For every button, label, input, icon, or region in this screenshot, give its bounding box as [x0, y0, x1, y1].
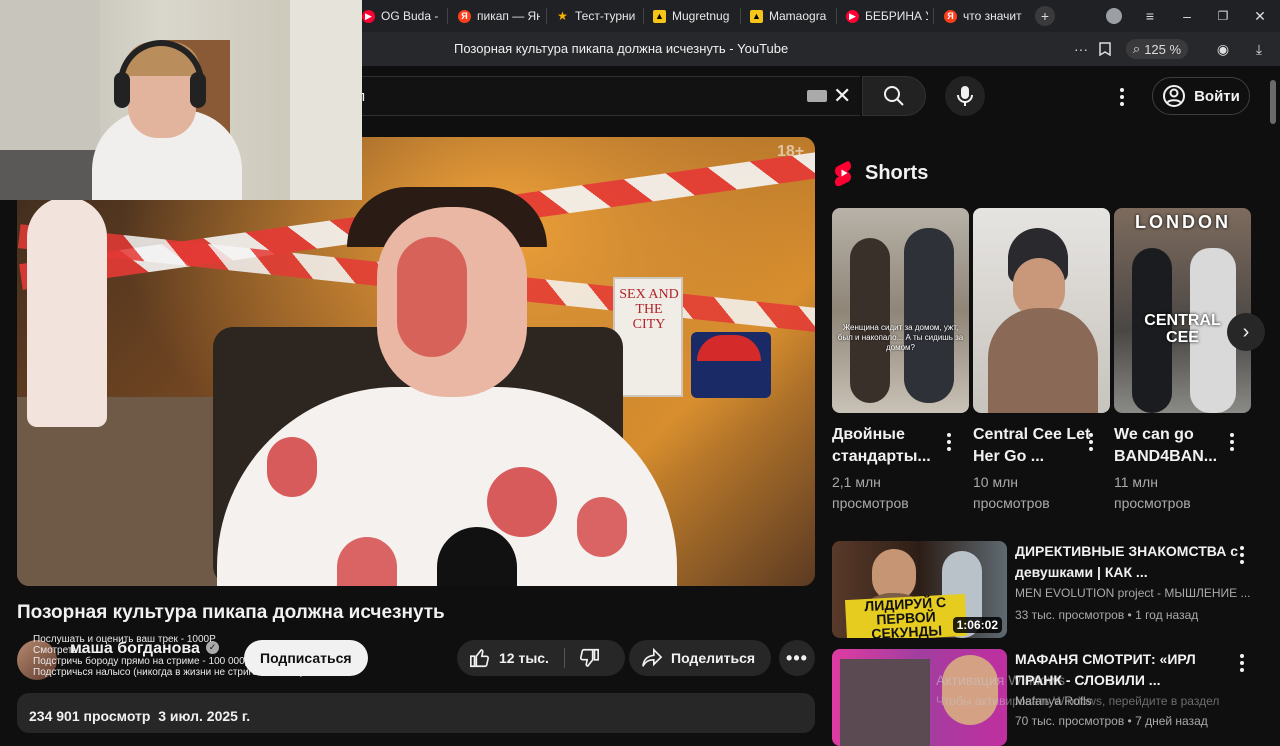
- description-box[interactable]: 234 901 просмотр 3 июл. 2025 г.: [17, 693, 815, 733]
- recommendation-menu-icon[interactable]: [1239, 654, 1245, 672]
- like-button[interactable]: 12 тыс.: [457, 640, 549, 676]
- short-views: 2,1 млн просмотров: [832, 474, 909, 511]
- search-icon: [884, 86, 904, 106]
- share-button[interactable]: Поделиться: [629, 640, 772, 676]
- short-title[interactable]: Двойные стандарты...: [832, 424, 950, 468]
- zoom-icon: ⌕: [1132, 41, 1141, 56]
- search-button[interactable]: [862, 76, 926, 116]
- browser-tab[interactable]: ★ Тест-турни: [556, 5, 638, 27]
- subscribe-button[interactable]: Подписаться: [244, 640, 368, 676]
- more-icon[interactable]: ···: [1072, 39, 1090, 59]
- recommendation-menu-icon[interactable]: [1239, 546, 1245, 564]
- short-menu-icon[interactable]: [1088, 433, 1094, 451]
- browser-tab[interactable]: ▲ Mugretnug: [653, 5, 735, 27]
- windows-activation-hint: Чтобы активировать Windows, перейдите в …: [936, 694, 1220, 708]
- shorts-icon: [835, 161, 851, 186]
- youtube-icon: ▶: [362, 9, 375, 23]
- recommendation-item[interactable]: ЛИДИРУЙ С ПЕРВОЙ СЕКУНДЫ 1:06:02 ДИРЕКТИ…: [832, 541, 1272, 641]
- restore-button[interactable]: ❐: [1213, 6, 1233, 26]
- video-title: Позорная культура пикапа должна исчезнут…: [17, 602, 445, 623]
- recommendation-title[interactable]: ДИРЕКТИВНЫЕ ЗНАКОМСТВА с девушками | КАК…: [1015, 541, 1240, 583]
- chevron-right-icon[interactable]: ›: [1227, 313, 1265, 351]
- video-player[interactable]: SEX AND THE CITY 18+: [17, 137, 815, 586]
- browser-tab[interactable]: Я что значит: [944, 5, 1026, 27]
- windows-activation-watermark: Активация Windows: [936, 672, 1066, 688]
- settings-menu-icon[interactable]: [1119, 88, 1125, 106]
- short-views: 10 млн просмотров: [973, 474, 1050, 511]
- page-title: Позорная культура пикапа должна исчезнут…: [454, 41, 789, 56]
- recommendation-channel[interactable]: MEN EVOLUTION project - МЫШЛЕНИЕ ...: [1015, 586, 1255, 600]
- thumbs-down-icon: [579, 648, 599, 667]
- yandex-icon: Я: [458, 9, 471, 23]
- clear-search-icon[interactable]: ✕: [833, 83, 851, 109]
- short-overlay-text: LONDON: [1135, 212, 1231, 232]
- short-views: 11 млн просмотров: [1114, 474, 1191, 511]
- age-badge: 18+: [777, 143, 805, 160]
- recommendation-meta: 33 тыс. просмотров • 1 год назад: [1015, 608, 1199, 622]
- keyboard-icon[interactable]: [807, 90, 827, 102]
- shorts-heading: Shorts: [833, 158, 928, 188]
- menu-icon[interactable]: ≡: [1140, 6, 1160, 26]
- microphone-icon: [957, 86, 973, 106]
- browser-tab[interactable]: ▲ Mamaogra: [750, 5, 830, 27]
- star-icon: ★: [557, 9, 568, 23]
- recommendation-meta: 70 тыс. просмотров • 7 дней назад: [1015, 714, 1208, 728]
- search-input[interactable]: п ✕: [340, 76, 860, 116]
- flag-icon: ▲: [653, 9, 666, 23]
- thumbs-up-icon: [470, 649, 490, 668]
- short-thumbnail[interactable]: Женщина сидит за домом, ужт, был и накоп…: [832, 208, 969, 413]
- more-horizontal-icon: •••: [786, 647, 808, 668]
- new-tab-button[interactable]: +: [1035, 6, 1055, 26]
- reader-icon[interactable]: ◉: [1214, 39, 1232, 59]
- like-dislike-group: 12 тыс.: [457, 640, 625, 676]
- short-title[interactable]: Central Cee Let Her Go ...: [973, 424, 1091, 468]
- bookmark-icon[interactable]: [1096, 39, 1114, 59]
- minimize-button[interactable]: –: [1177, 6, 1197, 26]
- signin-button[interactable]: Войти: [1152, 77, 1250, 115]
- close-window-button[interactable]: ✕: [1250, 6, 1270, 26]
- share-icon: [642, 648, 663, 667]
- zoom-indicator[interactable]: ⌕ 125 %: [1126, 39, 1188, 59]
- youtube-icon: ▶: [846, 9, 859, 23]
- flag-icon: ▲: [750, 9, 763, 23]
- duration-badge: 1:06:02: [952, 617, 1002, 633]
- stream-donation-overlay: Послушать и оценить ваш трек - 1000Р Смо…: [33, 634, 304, 678]
- book: SEX AND THE CITY: [613, 277, 683, 397]
- dislike-button[interactable]: [578, 647, 600, 672]
- short-thumbnail[interactable]: LONDON CENTRAL CEE: [1114, 208, 1251, 413]
- browser-tab[interactable]: ▶ OG Buda - б: [362, 5, 442, 27]
- webcam-overlay: [0, 0, 362, 200]
- profile-icon[interactable]: [1104, 6, 1124, 26]
- recommendation-thumbnail[interactable]: ЛИДИРУЙ С ПЕРВОЙ СЕКУНДЫ 1:06:02: [832, 541, 1007, 638]
- channel-row: маша богданова ✓ Послушать и оценить ваш…: [17, 634, 815, 680]
- browser-tab[interactable]: Я пикап — Ян: [458, 5, 540, 27]
- account-icon: [1163, 85, 1186, 107]
- short-title[interactable]: We can go BAND4BAN...: [1114, 424, 1232, 468]
- download-icon[interactable]: ⤓: [1250, 39, 1268, 59]
- browser-tab[interactable]: ▶ БЕБРИНА У: [846, 5, 928, 27]
- short-menu-icon[interactable]: [1229, 433, 1235, 451]
- yandex-icon: Я: [944, 9, 957, 23]
- more-actions-button[interactable]: •••: [779, 640, 815, 676]
- short-menu-icon[interactable]: [946, 433, 952, 451]
- voice-search-button[interactable]: [945, 76, 985, 116]
- short-thumbnail[interactable]: [973, 208, 1110, 413]
- scrollbar[interactable]: [1270, 80, 1276, 124]
